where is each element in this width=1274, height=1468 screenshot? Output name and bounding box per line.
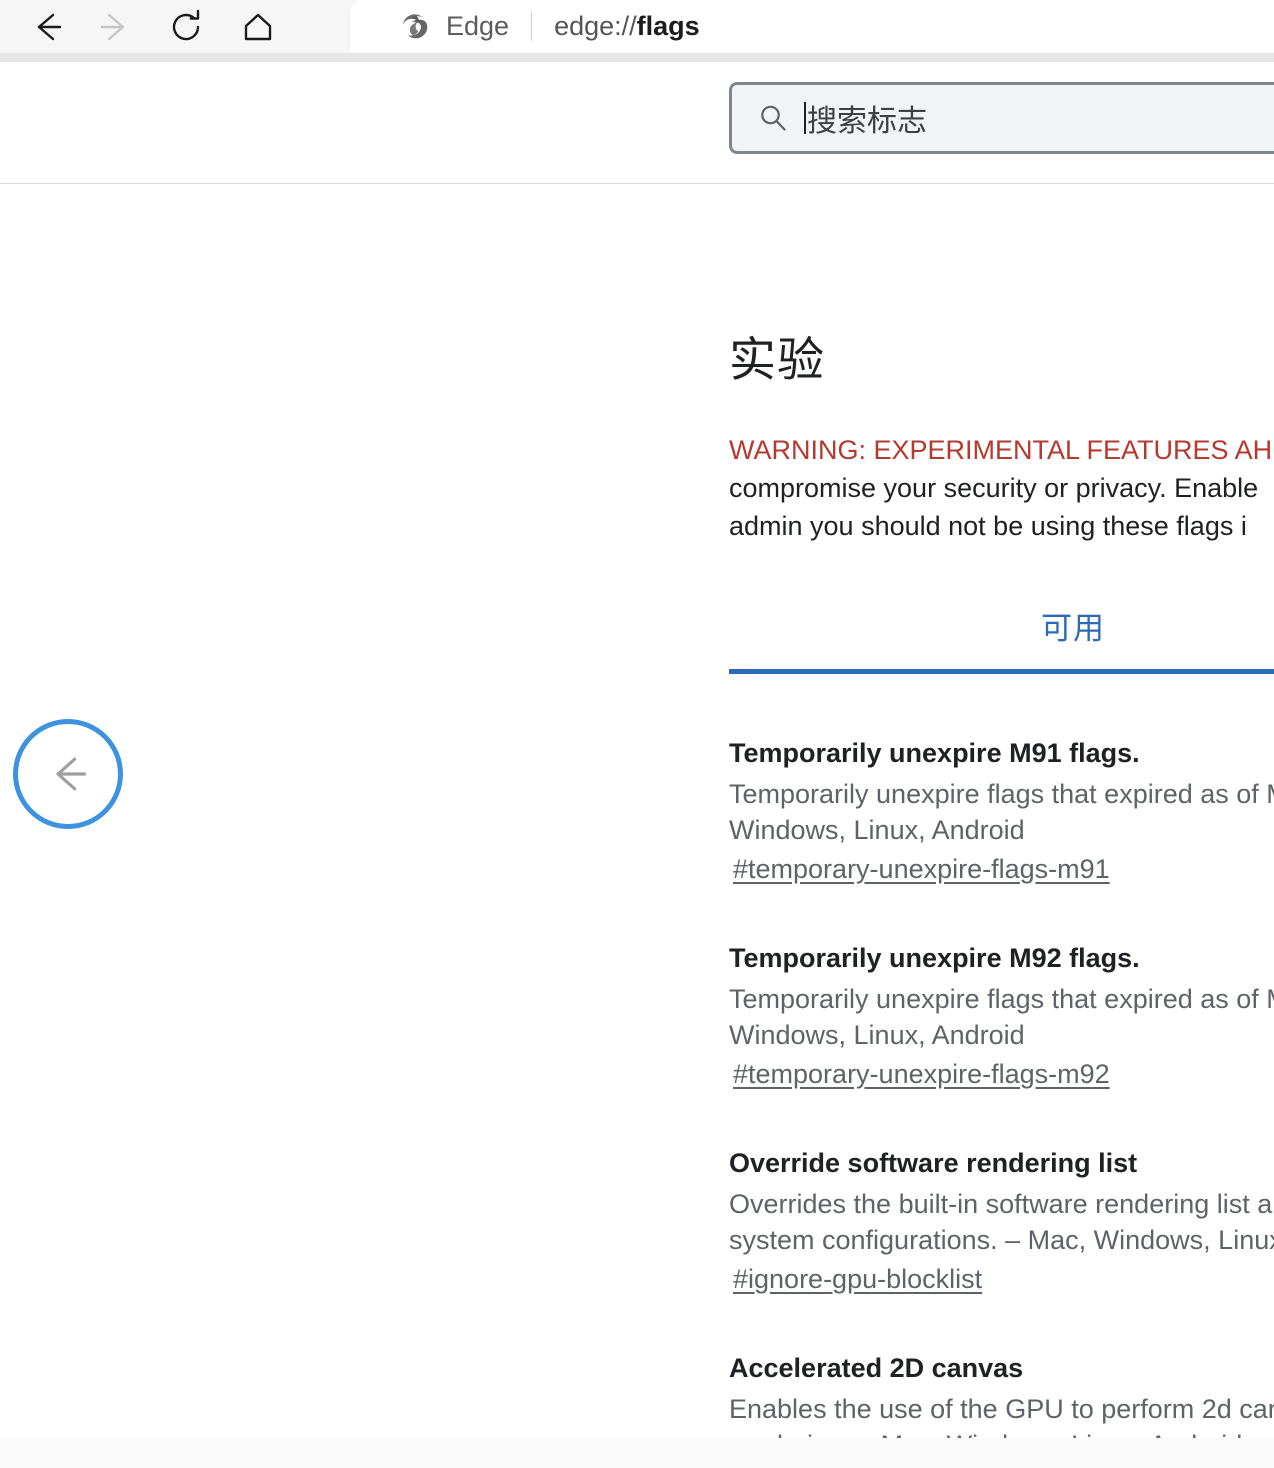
url-suffix: flags	[636, 10, 700, 41]
warning-text: WARNING: EXPERIMENTAL FEATURES AHE compr…	[729, 431, 1274, 545]
address-url[interactable]: edge://flags	[554, 11, 700, 42]
browser-toolbar: Edge edge://flags	[0, 0, 1274, 53]
flag-list: Temporarily unexpire M91 flags. Temporar…	[729, 736, 1274, 1468]
warning-line-3: admin you should not be using these flag…	[729, 511, 1247, 541]
flag-description: Overrides the built-in software renderin…	[729, 1189, 1274, 1255]
edge-logo-icon	[403, 14, 428, 39]
home-button[interactable]	[222, 1, 294, 53]
address-separator	[531, 11, 533, 41]
flag-description: Temporarily unexpire flags that expired …	[729, 984, 1274, 1050]
search-placeholder: 搜索标志	[807, 105, 927, 138]
arrow-right-icon	[100, 13, 125, 40]
arrow-left-icon	[37, 13, 62, 40]
flag-anchor-link[interactable]: #temporary-unexpire-flags-m91	[733, 854, 1110, 885]
text-caret	[804, 102, 806, 134]
flag-title: Temporarily unexpire M91 flags.	[729, 738, 1140, 768]
forward-button[interactable]	[78, 1, 150, 53]
brand-label: Edge	[446, 10, 510, 41]
flags-content: 实验 WARNING: EXPERIMENTAL FEATURES AHE co…	[0, 184, 1274, 1468]
address-bar[interactable]: Edge edge://flags	[350, 0, 1274, 52]
flag-entry: Temporarily unexpire M91 flags. Temporar…	[729, 736, 1274, 885]
page-bottom-band	[0, 1438, 1274, 1468]
flag-anchor-link[interactable]: #temporary-unexpire-flags-m92	[733, 1059, 1110, 1090]
warning-heading: WARNING: EXPERIMENTAL FEATURES AHE	[729, 435, 1274, 465]
search-icon	[761, 105, 786, 131]
search-input[interactable]: 搜索标志	[729, 82, 1274, 154]
tab-available[interactable]: 可用	[1041, 603, 1105, 648]
navigation-buttons	[0, 0, 294, 53]
tab-active-indicator	[729, 669, 1274, 674]
flags-page: 搜索标志 实验 WARNING: EXPERIMENTAL FEATURES A…	[0, 62, 1274, 1468]
flag-title: Override software rendering list	[729, 1148, 1138, 1178]
reload-button[interactable]	[150, 1, 222, 53]
tab-bar: 可用	[729, 603, 1274, 679]
flag-description: Temporarily unexpire flags that expired …	[729, 779, 1274, 845]
home-icon	[244, 13, 272, 40]
url-prefix: edge://	[554, 10, 637, 41]
annotation-highlight-back-button	[13, 719, 123, 829]
toolbar-divider	[0, 53, 1274, 62]
arrow-left-icon	[56, 757, 87, 791]
flag-title: Temporarily unexpire M92 flags.	[729, 943, 1140, 973]
back-button[interactable]	[18, 1, 78, 53]
search-header: 搜索标志	[0, 62, 1274, 184]
flag-anchor-link[interactable]: #ignore-gpu-blocklist	[733, 1264, 982, 1295]
page-title: 实验	[729, 333, 825, 386]
warning-line-2: compromise your security or privacy. Ena…	[729, 473, 1259, 503]
reload-icon	[172, 9, 200, 40]
flag-title: Accelerated 2D canvas	[729, 1353, 1024, 1383]
flag-entry: Temporarily unexpire M92 flags. Temporar…	[729, 941, 1274, 1090]
flag-entry: Override software rendering list Overrid…	[729, 1146, 1274, 1295]
